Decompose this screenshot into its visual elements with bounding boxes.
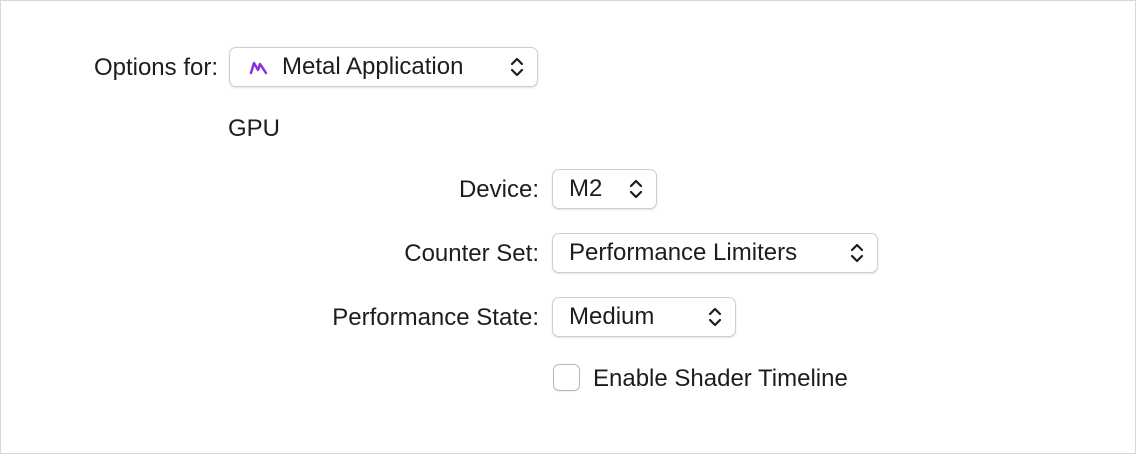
chevron-up-down-icon bbox=[629, 179, 643, 199]
counter-set-value: Performance Limiters bbox=[569, 239, 798, 266]
options-for-popup[interactable]: Metal Application bbox=[229, 47, 538, 87]
performance-state-value: Medium bbox=[569, 303, 655, 330]
device-popup[interactable]: M2 bbox=[552, 169, 657, 209]
counter-set-popup[interactable]: Performance Limiters bbox=[552, 233, 878, 273]
device-value: M2 bbox=[569, 175, 603, 202]
performance-state-popup[interactable]: Medium bbox=[552, 297, 736, 337]
performance-state-label: Performance State: bbox=[332, 304, 539, 331]
gpu-section-title: GPU bbox=[228, 115, 281, 142]
chevron-up-down-icon bbox=[850, 243, 864, 263]
device-label: Device: bbox=[458, 176, 539, 203]
metal-app-icon bbox=[249, 61, 268, 75]
options-for-label: Options for: bbox=[93, 54, 218, 81]
shader-timeline-checkbox[interactable] bbox=[553, 364, 580, 391]
chevron-up-down-icon bbox=[708, 307, 722, 327]
chevron-up-down-icon bbox=[510, 57, 524, 77]
counter-set-label: Counter Set: bbox=[404, 240, 539, 267]
options-for-value: Metal Application bbox=[282, 53, 464, 80]
shader-timeline-label[interactable]: Enable Shader Timeline bbox=[593, 365, 848, 393]
options-panel: Options for: Metal Application GPU Devic… bbox=[0, 0, 1136, 454]
